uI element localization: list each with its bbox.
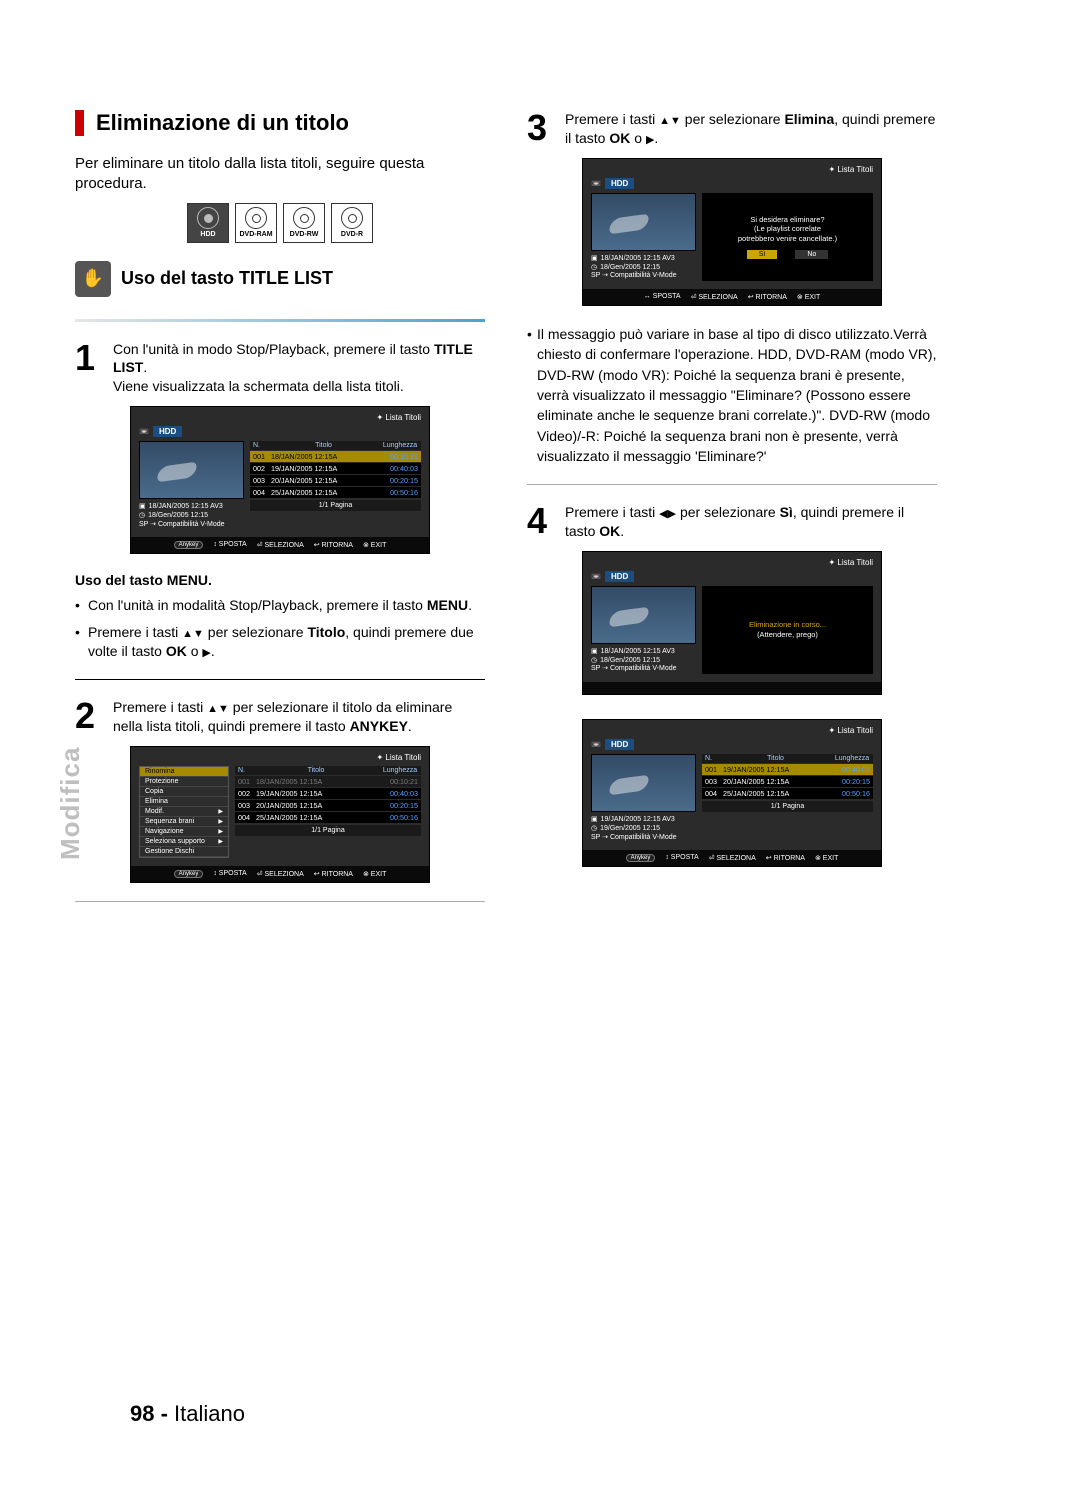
sub-title-text: Uso del tasto TITLE LIST <box>121 268 333 289</box>
step-number-4: 4 <box>527 503 555 541</box>
dialog-no-button[interactable]: No <box>795 250 828 259</box>
step-3: 3 Premere i tasti ▲▼ per selezionare Eli… <box>527 110 937 148</box>
context-menu: Rinomina Protezione Copia Elimina Modif.… <box>139 766 229 858</box>
dvd-rw-icon: DVD-RW <box>283 203 325 243</box>
preview-thumbnail <box>591 754 696 812</box>
dvd-ram-icon: DVD-RAM <box>235 203 277 243</box>
dvd-r-icon: DVD-R <box>331 203 373 243</box>
tv-mock-context-menu: ✦ Lista Titoli Rinomina Protezione Copia… <box>130 746 430 883</box>
side-tab-modifica: Modifica <box>55 747 86 860</box>
step-2: 2 Premere i tasti ▲▼ per selezionare il … <box>75 698 485 736</box>
menu-subhead: Uso del tasto MENU. <box>75 572 485 588</box>
step-1: 1 Con l'unità in modo Stop/Playback, pre… <box>75 340 485 397</box>
tv-mock-title-list: ✦ Lista Titoli 📼HDD ▣ 18/JAN/2005 12:15 … <box>130 406 430 554</box>
section-title-text: Eliminazione di un titolo <box>96 110 349 136</box>
tv-mock-delete-confirm: ✦ Lista Titoli 📼HDD ▣ 18/JAN/2005 12:15 … <box>582 158 882 306</box>
tv-mock-after-delete: ✦ Lista Titoli 📼HDD ▣ 19/JAN/2005 12:15 … <box>582 719 882 867</box>
media-icons-row: HDD DVD-RAM DVD-RW DVD-R <box>75 203 485 243</box>
page-footer: 98 - Italiano <box>130 1401 245 1427</box>
sub-title-row: ✋ Uso del tasto TITLE LIST <box>75 261 485 297</box>
preview-thumbnail <box>591 193 696 251</box>
menu-bullet-list: Con l'unità in modalità Stop/Playback, p… <box>75 596 485 661</box>
intro-text: Per eliminare un titolo dalla lista tito… <box>75 154 485 195</box>
hdd-icon: HDD <box>187 203 229 243</box>
step-4: 4 Premere i tasti ◀▶ per selezionare Sì,… <box>527 503 937 541</box>
disc-note: Il messaggio può variare in base al tipo… <box>527 324 937 466</box>
preview-thumbnail <box>591 586 696 644</box>
tv-mock-deleting: ✦ Lista Titoli 📼HDD ▣ 18/JAN/2005 12:15 … <box>582 551 882 695</box>
gradient-rule <box>75 319 485 322</box>
left-column: Eliminazione di un titolo Per eliminare … <box>75 110 485 920</box>
right-column: 3 Premere i tasti ▲▼ per selezionare Eli… <box>527 110 937 920</box>
deleting-dialog: Eliminazione in corso... (Attendere, pre… <box>702 586 873 674</box>
delete-dialog: Si desidera eliminare? (Le playlist corr… <box>702 193 873 281</box>
section-title: Eliminazione di un titolo <box>75 110 485 136</box>
preview-thumbnail <box>139 441 244 499</box>
red-bar-accent <box>75 110 84 136</box>
step-number-2: 2 <box>75 698 103 736</box>
step-number-3: 3 <box>527 110 555 148</box>
hand-icon: ✋ <box>75 261 111 297</box>
dialog-yes-button[interactable]: Sì <box>747 250 778 259</box>
step-number-1: 1 <box>75 340 103 397</box>
